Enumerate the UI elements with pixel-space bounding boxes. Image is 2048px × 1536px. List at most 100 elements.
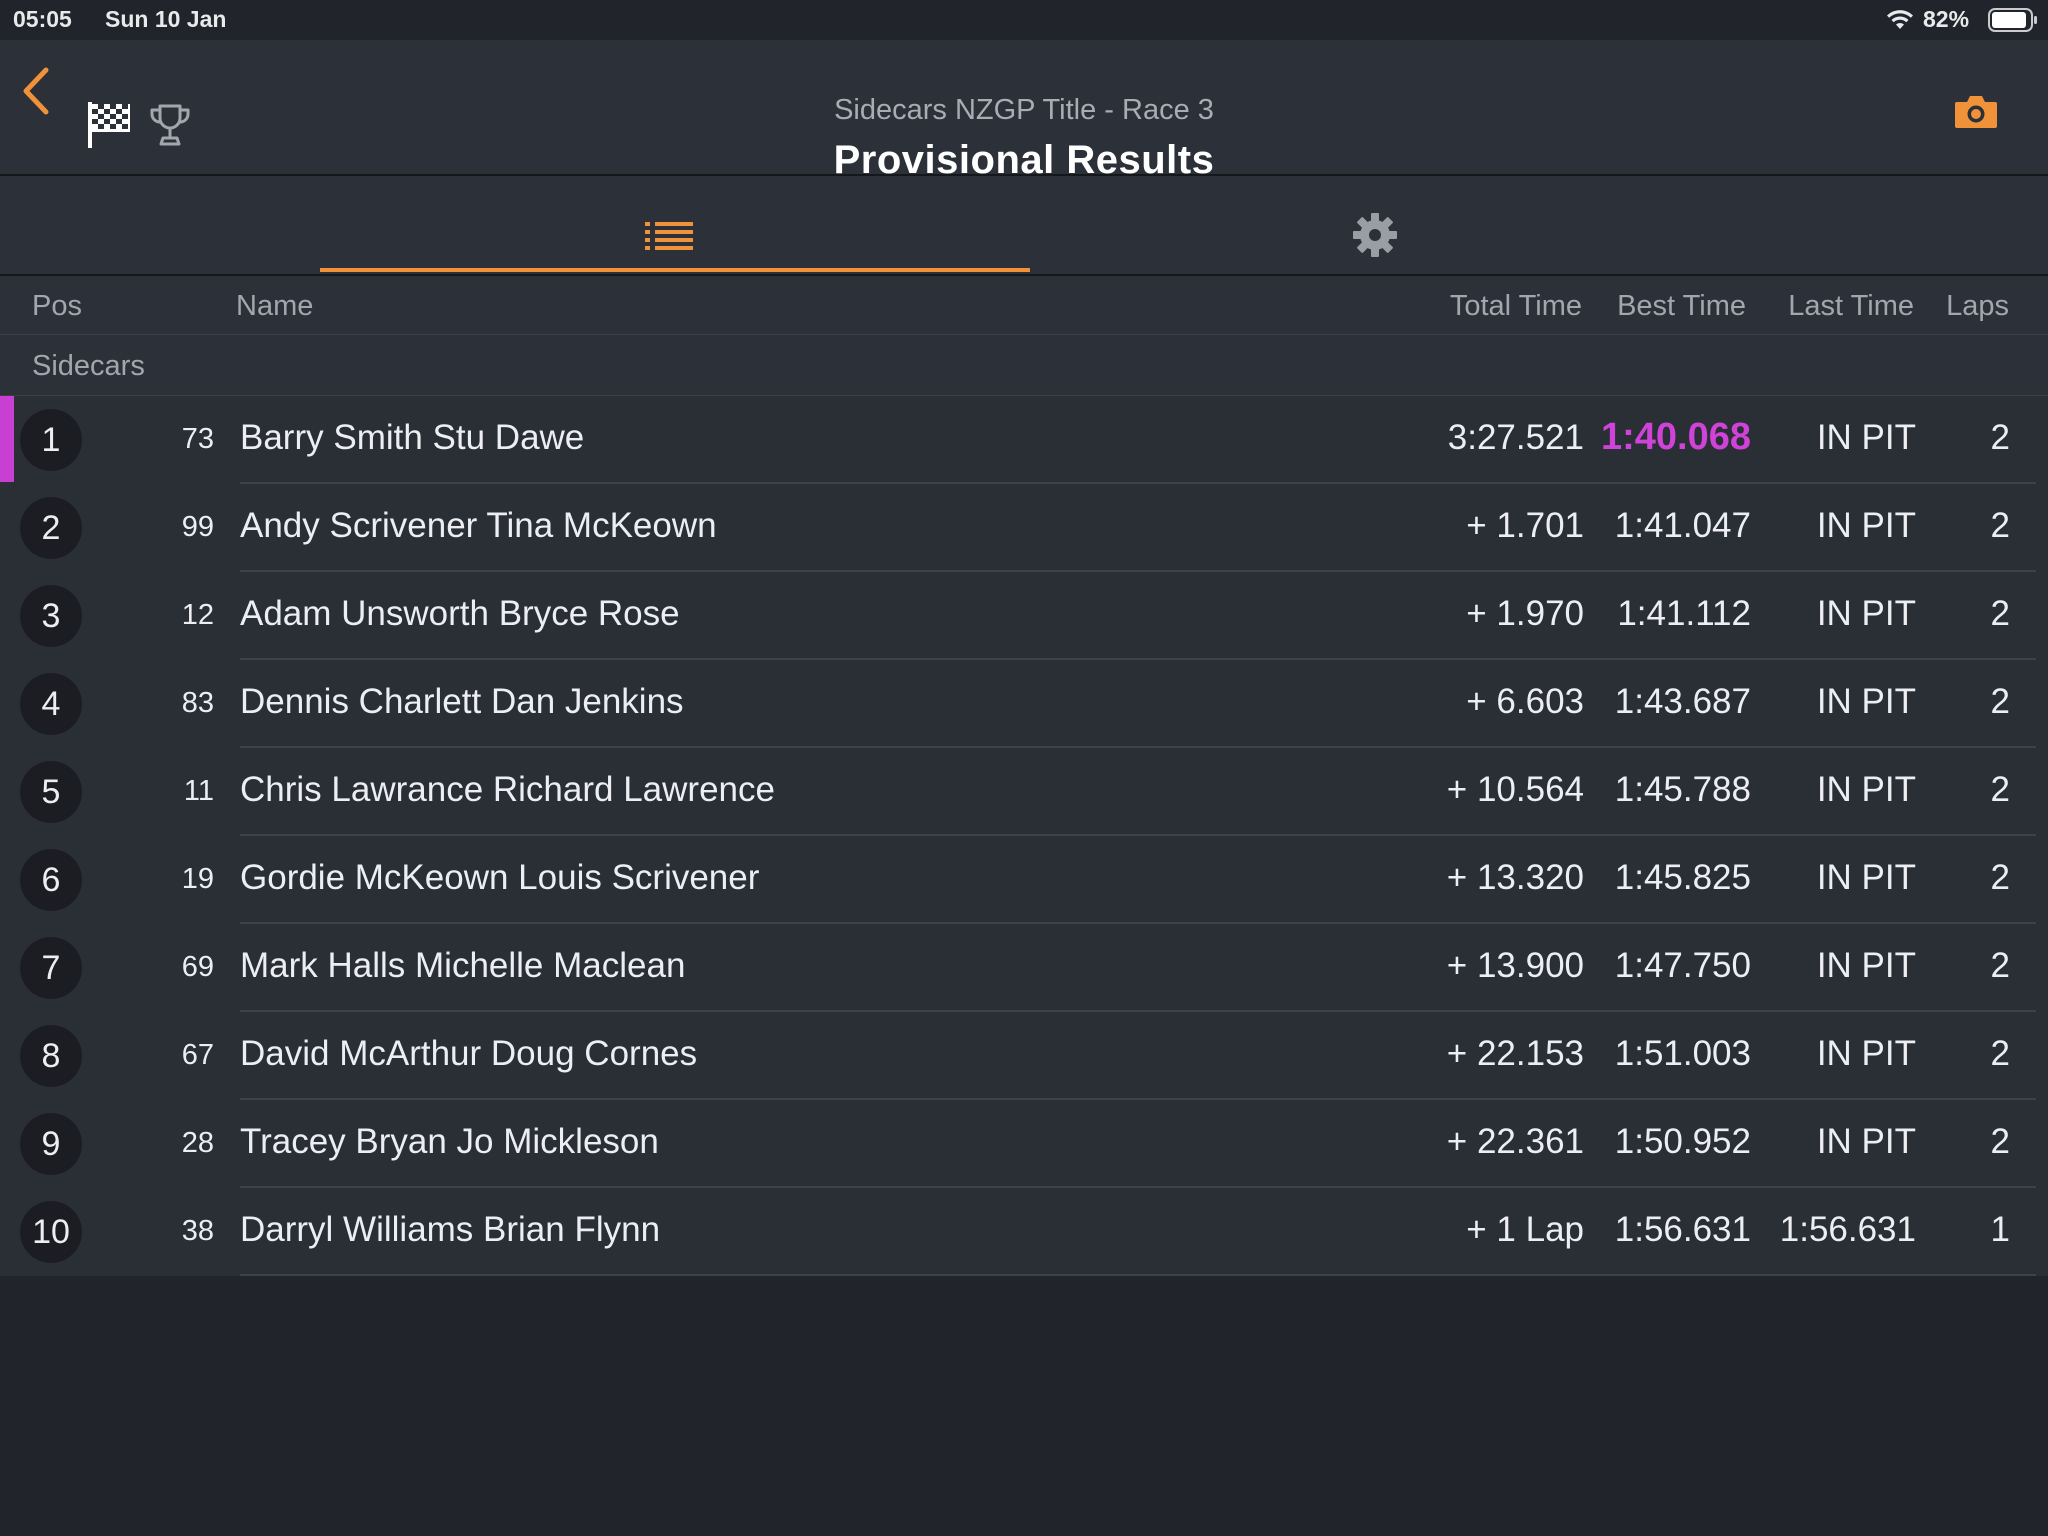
list-icon <box>645 222 693 250</box>
laps: 2 <box>1990 506 2010 545</box>
last-time: IN PIT <box>1816 770 1916 809</box>
column-pos: Pos <box>32 290 82 322</box>
total-time: + 13.320 <box>1446 858 1584 897</box>
total-time: + 10.564 <box>1446 770 1584 809</box>
position-badge: 9 <box>20 1113 82 1175</box>
rider-names: Chris Lawrance Richard Lawrence <box>240 770 775 809</box>
row-divider <box>240 1274 2036 1276</box>
total-time: + 1 Lap <box>1466 1210 1584 1249</box>
total-time: + 22.153 <box>1446 1034 1584 1073</box>
tab-results[interactable] <box>320 176 1030 274</box>
column-last-time: Last Time <box>1788 290 1914 322</box>
position-badge: 10 <box>20 1201 82 1263</box>
result-row[interactable]: 3 12 Adam Unsworth Bryce Rose + 1.970 1:… <box>0 572 2048 660</box>
best-time: 1:51.003 <box>1614 1034 1751 1073</box>
race-number: 67 <box>181 1039 214 1071</box>
race-number: 83 <box>181 687 214 719</box>
best-time-fastest: 1:40.068 <box>1600 416 1751 458</box>
race-number: 28 <box>181 1127 214 1159</box>
result-row[interactable]: 4 83 Dennis Charlett Dan Jenkins + 6.603… <box>0 660 2048 748</box>
last-time: IN PIT <box>1816 506 1916 545</box>
rider-names: Darryl Williams Brian Flynn <box>240 1210 661 1249</box>
best-time: 1:41.047 <box>1614 506 1751 545</box>
camera-icon[interactable] <box>1953 92 1999 132</box>
column-laps: Laps <box>1946 290 2009 322</box>
best-time: 1:43.687 <box>1614 682 1751 721</box>
results-column-header: Pos Name Total Time Best Time Last Time … <box>0 276 2048 335</box>
position-badge: 2 <box>20 497 82 559</box>
result-row[interactable]: 1 73 Barry Smith Stu Dawe 3:27.521 1:40.… <box>0 396 2048 484</box>
battery-icon <box>1988 8 2037 32</box>
position-badge: 4 <box>20 673 82 735</box>
rider-names: David McArthur Doug Cornes <box>240 1034 698 1073</box>
laps: 2 <box>1990 1034 2010 1073</box>
column-name: Name <box>236 290 314 322</box>
position-badge: 5 <box>20 761 82 823</box>
class-group-header: Sidecars <box>0 335 2048 396</box>
last-time: IN PIT <box>1816 946 1916 985</box>
position-badge: 1 <box>20 409 82 471</box>
last-time: IN PIT <box>1816 418 1916 457</box>
result-row[interactable]: 10 38 Darryl Williams Brian Flynn + 1 La… <box>0 1188 2048 1276</box>
laps: 2 <box>1990 594 2010 633</box>
position-badge: 3 <box>20 585 82 647</box>
result-row[interactable]: 6 19 Gordie McKeown Louis Scrivener + 13… <box>0 836 2048 924</box>
best-time: 1:45.825 <box>1614 858 1751 897</box>
last-time: IN PIT <box>1816 858 1916 897</box>
best-time: 1:50.952 <box>1614 1122 1751 1161</box>
total-time: + 22.361 <box>1446 1122 1584 1161</box>
result-row[interactable]: 8 67 David McArthur Doug Cornes + 22.153… <box>0 1012 2048 1100</box>
best-time: 1:56.631 <box>1614 1210 1751 1249</box>
rider-names: Mark Halls Michelle Maclean <box>240 946 686 985</box>
laps: 2 <box>1990 770 2010 809</box>
navigation-header: Sidecars NZGP Title - Race 3 Provisional… <box>0 40 2048 182</box>
rider-names: Gordie McKeown Louis Scrivener <box>240 858 760 897</box>
last-time: IN PIT <box>1816 1122 1916 1161</box>
last-time: 1:56.631 <box>1779 1210 1916 1249</box>
laps: 1 <box>1990 1210 2010 1249</box>
leader-indicator <box>0 396 14 482</box>
result-row[interactable]: 7 69 Mark Halls Michelle Maclean + 13.90… <box>0 924 2048 1012</box>
column-total-time: Total Time <box>1449 290 1582 322</box>
race-number: 12 <box>181 599 214 631</box>
tab-settings[interactable] <box>1030 176 1720 274</box>
results-table: 1 73 Barry Smith Stu Dawe 3:27.521 1:40.… <box>0 396 2048 1276</box>
status-time: 05:05 <box>13 6 72 32</box>
laps: 2 <box>1990 1122 2010 1161</box>
column-best-time: Best Time <box>1617 290 1746 322</box>
laps: 2 <box>1990 682 2010 721</box>
total-time: + 6.603 <box>1466 682 1584 721</box>
total-time: + 13.900 <box>1446 946 1584 985</box>
tab-bar <box>0 176 2048 276</box>
race-number: 11 <box>183 775 214 807</box>
race-number: 99 <box>181 511 214 543</box>
result-row[interactable]: 2 99 Andy Scrivener Tina McKeown + 1.701… <box>0 484 2048 572</box>
best-time: 1:47.750 <box>1614 946 1751 985</box>
race-subtitle: Sidecars NZGP Title - Race 3 <box>834 94 1214 126</box>
rider-names: Tracey Bryan Jo Mickleson <box>240 1122 659 1161</box>
total-time: + 1.970 <box>1466 594 1584 633</box>
best-time: 1:41.112 <box>1617 594 1751 633</box>
race-number: 38 <box>181 1215 214 1247</box>
position-badge: 6 <box>20 849 82 911</box>
race-number: 73 <box>181 423 214 455</box>
rider-names: Andy Scrivener Tina McKeown <box>240 506 717 545</box>
total-time: + 1.701 <box>1466 506 1584 545</box>
best-time: 1:45.788 <box>1614 770 1751 809</box>
result-row[interactable]: 9 28 Tracey Bryan Jo Mickleson + 22.361 … <box>0 1100 2048 1188</box>
last-time: IN PIT <box>1816 1034 1916 1073</box>
rider-names: Barry Smith Stu Dawe <box>240 418 585 457</box>
active-tab-indicator <box>320 268 1030 272</box>
status-bar: 05:05 Sun 10 Jan 82% <box>0 0 2048 40</box>
last-time: IN PIT <box>1816 682 1916 721</box>
position-badge: 8 <box>20 1025 82 1087</box>
gear-icon <box>1353 213 1397 257</box>
laps: 2 <box>1990 858 2010 897</box>
wifi-icon <box>1887 10 1913 29</box>
race-number: 69 <box>181 951 214 983</box>
last-time: IN PIT <box>1816 594 1916 633</box>
result-row[interactable]: 5 11 Chris Lawrance Richard Lawrence + 1… <box>0 748 2048 836</box>
status-date: Sun 10 Jan <box>105 6 227 32</box>
rider-names: Adam Unsworth Bryce Rose <box>240 594 680 633</box>
rider-names: Dennis Charlett Dan Jenkins <box>240 682 684 721</box>
